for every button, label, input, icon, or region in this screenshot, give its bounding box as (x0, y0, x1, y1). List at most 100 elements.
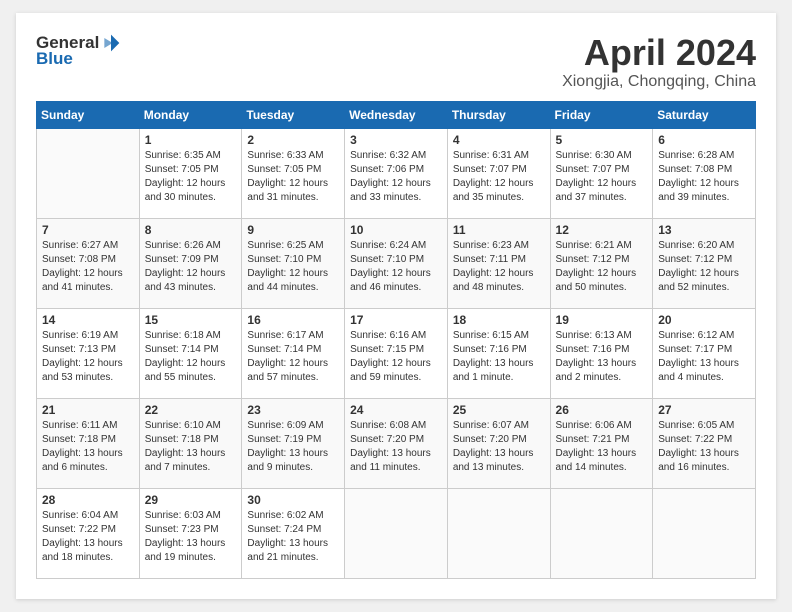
day-number: 7 (42, 223, 134, 237)
day-cell: 29 Sunrise: 6:03 AMSunset: 7:23 PMDayligh… (139, 488, 242, 578)
day-cell: 1 Sunrise: 6:35 AMSunset: 7:05 PMDaylight… (139, 128, 242, 218)
day-cell (447, 488, 550, 578)
logo-text-blue: Blue (36, 49, 73, 69)
day-cell (345, 488, 448, 578)
day-info: Sunrise: 6:11 AMSunset: 7:18 PMDaylight:… (42, 419, 134, 475)
day-info: Sunrise: 6:03 AMSunset: 7:23 PMDaylight:… (145, 509, 237, 565)
day-cell: 11 Sunrise: 6:23 AMSunset: 7:11 PMDayligh… (447, 218, 550, 308)
day-cell: 27Sunrise: 6:05 AMSunset: 7:22 PMDayligh… (653, 398, 756, 488)
day-number: 18 (453, 313, 545, 327)
day-number: 2 (247, 133, 339, 147)
day-info: Sunrise: 6:04 AMSunset: 7:22 PMDaylight:… (42, 509, 134, 565)
day-cell: 3Sunrise: 6:32 AMSunset: 7:06 PMDaylight… (345, 128, 448, 218)
day-number: 30 (247, 493, 339, 507)
calendar-container: General Blue April 2024 Xiongjia, Chongq… (16, 13, 776, 599)
day-info: Sunrise: 6:26 AMSunset: 7:09 PMDaylight:… (145, 239, 237, 295)
day-cell: 26 Sunrise: 6:06 AMSunset: 7:21 PMDayligh… (550, 398, 653, 488)
day-number: 22 (145, 403, 237, 417)
day-number: 17 (350, 313, 442, 327)
day-info: Sunrise: 6:07 AMSunset: 7:20 PMDaylight:… (453, 419, 545, 475)
day-cell: 10 Sunrise: 6:24 AMSunset: 7:10 PMDayligh… (345, 218, 448, 308)
day-number: 28 (42, 493, 134, 507)
weekday-header-thursday: Thursday (447, 101, 550, 128)
day-info: Sunrise: 6:35 AMSunset: 7:05 PMDaylight:… (145, 149, 237, 205)
day-info: Sunrise: 6:33 AMSunset: 7:05 PMDaylight:… (247, 149, 339, 205)
weekday-header-tuesday: Tuesday (242, 101, 345, 128)
day-info: Sunrise: 6:18 AMSunset: 7:14 PMDaylight:… (145, 329, 237, 385)
day-cell: 7 Sunrise: 6:27 AMSunset: 7:08 PMDaylight… (37, 218, 140, 308)
weekday-header-wednesday: Wednesday (345, 101, 448, 128)
day-info: Sunrise: 6:16 AMSunset: 7:15 PMDaylight:… (350, 329, 442, 385)
day-cell: 19Sunrise: 6:13 AMSunset: 7:16 PMDayligh… (550, 308, 653, 398)
day-cell: 15 Sunrise: 6:18 AMSunset: 7:14 PMDayligh… (139, 308, 242, 398)
week-row-1: 1 Sunrise: 6:35 AMSunset: 7:05 PMDaylight… (37, 128, 756, 218)
main-title: April 2024 (562, 33, 756, 73)
weekday-header-friday: Friday (550, 101, 653, 128)
day-cell: 23Sunrise: 6:09 AMSunset: 7:19 PMDayligh… (242, 398, 345, 488)
day-cell: 12 Sunrise: 6:21 AMSunset: 7:12 PMDayligh… (550, 218, 653, 308)
day-number: 10 (350, 223, 442, 237)
weekday-header-saturday: Saturday (653, 101, 756, 128)
day-cell: 22Sunrise: 6:10 AMSunset: 7:18 PMDayligh… (139, 398, 242, 488)
day-info: Sunrise: 6:19 AMSunset: 7:13 PMDaylight:… (42, 329, 134, 385)
day-cell: 6Sunrise: 6:28 AMSunset: 7:08 PMDaylight… (653, 128, 756, 218)
day-number: 29 (145, 493, 237, 507)
day-info: Sunrise: 6:23 AMSunset: 7:11 PMDaylight:… (453, 239, 545, 295)
weekday-header-sunday: Sunday (37, 101, 140, 128)
day-number: 20 (658, 313, 750, 327)
day-number: 16 (247, 313, 339, 327)
weekday-header-monday: Monday (139, 101, 242, 128)
day-cell: 28 Sunrise: 6:04 AMSunset: 7:22 PMDayligh… (37, 488, 140, 578)
day-cell: 14Sunrise: 6:19 AMSunset: 7:13 PMDayligh… (37, 308, 140, 398)
day-info: Sunrise: 6:02 AMSunset: 7:24 PMDaylight:… (247, 509, 339, 565)
day-info: Sunrise: 6:30 AMSunset: 7:07 PMDaylight:… (556, 149, 648, 205)
day-cell (653, 488, 756, 578)
day-number: 4 (453, 133, 545, 147)
day-cell: 24Sunrise: 6:08 AMSunset: 7:20 PMDayligh… (345, 398, 448, 488)
day-cell: 9 Sunrise: 6:25 AMSunset: 7:10 PMDaylight… (242, 218, 345, 308)
day-info: Sunrise: 6:12 AMSunset: 7:17 PMDaylight:… (658, 329, 750, 385)
day-info: Sunrise: 6:15 AMSunset: 7:16 PMDaylight:… (453, 329, 545, 385)
day-info: Sunrise: 6:17 AMSunset: 7:14 PMDaylight:… (247, 329, 339, 385)
day-cell: 13 Sunrise: 6:20 AMSunset: 7:12 PMDayligh… (653, 218, 756, 308)
day-cell: 5Sunrise: 6:30 AMSunset: 7:07 PMDaylight… (550, 128, 653, 218)
day-number: 24 (350, 403, 442, 417)
week-row-5: 28 Sunrise: 6:04 AMSunset: 7:22 PMDayligh… (37, 488, 756, 578)
day-number: 1 (145, 133, 237, 147)
day-cell: 8Sunrise: 6:26 AMSunset: 7:09 PMDaylight… (139, 218, 242, 308)
day-info: Sunrise: 6:24 AMSunset: 7:10 PMDaylight:… (350, 239, 442, 295)
day-cell (550, 488, 653, 578)
day-number: 11 (453, 223, 545, 237)
day-number: 12 (556, 223, 648, 237)
day-info: Sunrise: 6:32 AMSunset: 7:06 PMDaylight:… (350, 149, 442, 205)
day-number: 6 (658, 133, 750, 147)
day-info: Sunrise: 6:21 AMSunset: 7:12 PMDaylight:… (556, 239, 648, 295)
logo: General Blue (36, 33, 121, 69)
day-number: 13 (658, 223, 750, 237)
day-cell: 21 Sunrise: 6:11 AMSunset: 7:18 PMDayligh… (37, 398, 140, 488)
day-info: Sunrise: 6:06 AMSunset: 7:21 PMDaylight:… (556, 419, 648, 475)
day-info: Sunrise: 6:20 AMSunset: 7:12 PMDaylight:… (658, 239, 750, 295)
header-area: General Blue April 2024 Xiongjia, Chongq… (36, 33, 756, 91)
day-number: 21 (42, 403, 134, 417)
day-info: Sunrise: 6:25 AMSunset: 7:10 PMDaylight:… (247, 239, 339, 295)
day-cell (37, 128, 140, 218)
subtitle: Xiongjia, Chongqing, China (562, 73, 756, 91)
day-cell: 4 Sunrise: 6:31 AMSunset: 7:07 PMDaylight… (447, 128, 550, 218)
day-info: Sunrise: 6:31 AMSunset: 7:07 PMDaylight:… (453, 149, 545, 205)
day-number: 26 (556, 403, 648, 417)
day-number: 27 (658, 403, 750, 417)
week-row-4: 21 Sunrise: 6:11 AMSunset: 7:18 PMDayligh… (37, 398, 756, 488)
weekday-header-row: SundayMondayTuesdayWednesdayThursdayFrid… (37, 101, 756, 128)
logo-icon (101, 33, 121, 53)
day-number: 25 (453, 403, 545, 417)
day-cell: 17 Sunrise: 6:16 AMSunset: 7:15 PMDayligh… (345, 308, 448, 398)
calendar-table: SundayMondayTuesdayWednesdayThursdayFrid… (36, 101, 756, 579)
day-number: 9 (247, 223, 339, 237)
day-info: Sunrise: 6:27 AMSunset: 7:08 PMDaylight:… (42, 239, 134, 295)
day-cell: 20 Sunrise: 6:12 AMSunset: 7:17 PMDayligh… (653, 308, 756, 398)
day-cell: 18 Sunrise: 6:15 AMSunset: 7:16 PMDayligh… (447, 308, 550, 398)
day-number: 19 (556, 313, 648, 327)
week-row-3: 14Sunrise: 6:19 AMSunset: 7:13 PMDayligh… (37, 308, 756, 398)
day-number: 15 (145, 313, 237, 327)
